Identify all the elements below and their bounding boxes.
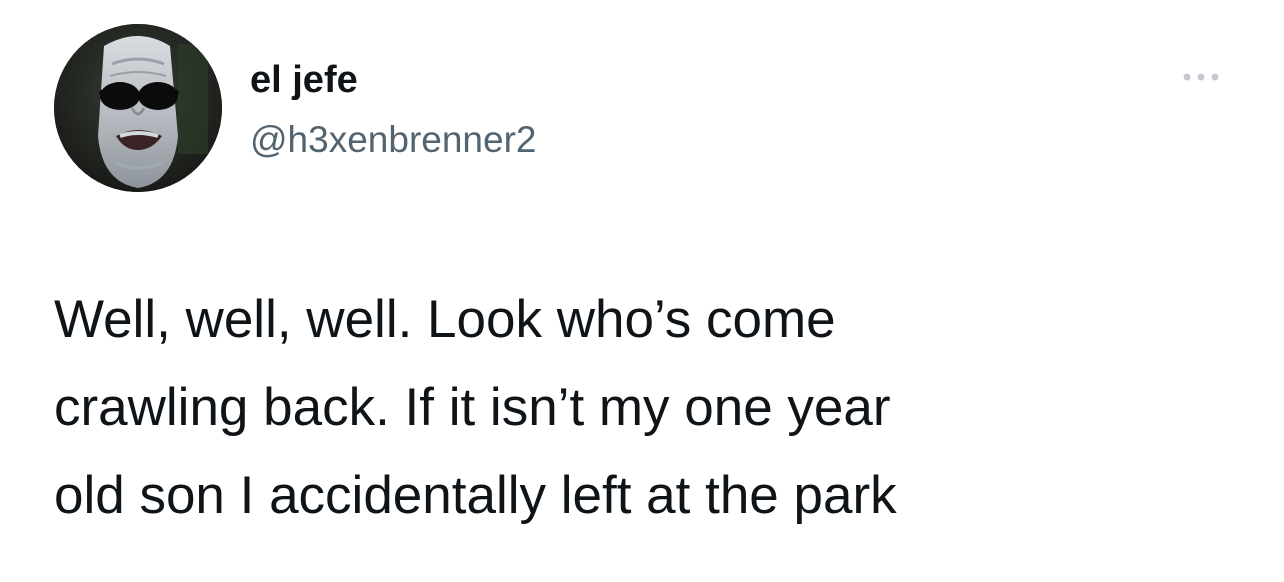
author-handle[interactable]: @h3xenbrenner2 xyxy=(250,118,536,162)
more-horizontal-icon xyxy=(1183,73,1219,81)
avatar[interactable] xyxy=(54,24,222,192)
more-options-button[interactable] xyxy=(1172,62,1230,92)
avatar-image xyxy=(54,24,222,192)
tweet-text: Well, well, well. Look who’s come crawli… xyxy=(54,290,897,525)
author-display-name[interactable]: el jefe xyxy=(250,58,358,102)
tweet-card: el jefe @h3xenbrenner2 Well, well, well.… xyxy=(0,0,1284,582)
